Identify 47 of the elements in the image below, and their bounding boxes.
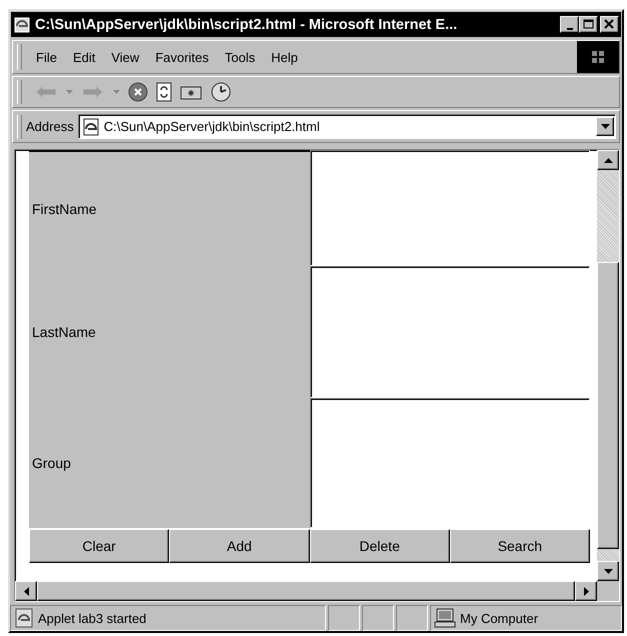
maximize-button[interactable]: [579, 16, 598, 33]
address-field[interactable]: C:\Sun\AppServer\jdk\bin\script2.html: [78, 114, 616, 139]
ie-page-icon: [13, 16, 31, 34]
field-label: LastName: [29, 266, 310, 398]
form-button[interactable]: Add: [169, 529, 310, 563]
text-field[interactable]: [310, 398, 590, 528]
history-clock-icon[interactable]: [210, 81, 232, 103]
scroll-left-icon: [24, 586, 28, 596]
status-panel: [362, 605, 394, 631]
refresh-icon[interactable]: [156, 82, 172, 102]
windows-flag-icon: [590, 49, 606, 65]
caret-icon: [600, 124, 610, 129]
menu-item[interactable]: Tools: [216, 46, 264, 68]
status-panel: [328, 605, 360, 631]
computer-icon: [434, 608, 456, 628]
menu-item[interactable]: View: [103, 46, 148, 68]
security-zone: My Computer: [460, 610, 538, 626]
maximize-icon: [583, 19, 594, 30]
menu-item[interactable]: File: [28, 46, 65, 68]
scroll-down-icon: [604, 568, 612, 574]
form-button[interactable]: Search: [450, 529, 590, 563]
field-label: Group: [29, 398, 310, 528]
close-icon: [604, 19, 615, 30]
text-field[interactable]: [310, 266, 590, 398]
form-button[interactable]: Clear: [29, 529, 170, 563]
ie-page-icon: [14, 608, 34, 628]
window-title: C:\Sun\AppServer\jdk\bin\script2.html - Microsoft Internet E...: [35, 16, 458, 32]
text-field[interactable]: [310, 150, 590, 266]
address-dropdown-button[interactable]: [596, 117, 614, 136]
status-panel: [396, 605, 428, 631]
horizontal-scrollbar[interactable]: [15, 581, 597, 601]
scroll-up-icon: [604, 158, 612, 162]
menu-item[interactable]: Edit: [64, 46, 104, 68]
menu-item[interactable]: Help: [263, 46, 306, 68]
menu-item[interactable]: Favorites: [147, 46, 217, 68]
minimize-button[interactable]: [560, 16, 579, 33]
form-button[interactable]: Delete: [310, 529, 450, 563]
stop-icon[interactable]: [128, 82, 148, 102]
scroll-right-icon: [584, 586, 588, 596]
close-button[interactable]: [600, 16, 619, 33]
address-label: Address: [26, 119, 74, 134]
status-message: Applet lab3 started: [38, 610, 146, 626]
field-label: FirstName: [29, 150, 310, 266]
scrollbar-corner: [597, 581, 619, 601]
ie-page-icon: [82, 118, 100, 136]
vertical-scrollbar[interactable]: [597, 150, 619, 581]
minimize-icon: [566, 28, 572, 30]
